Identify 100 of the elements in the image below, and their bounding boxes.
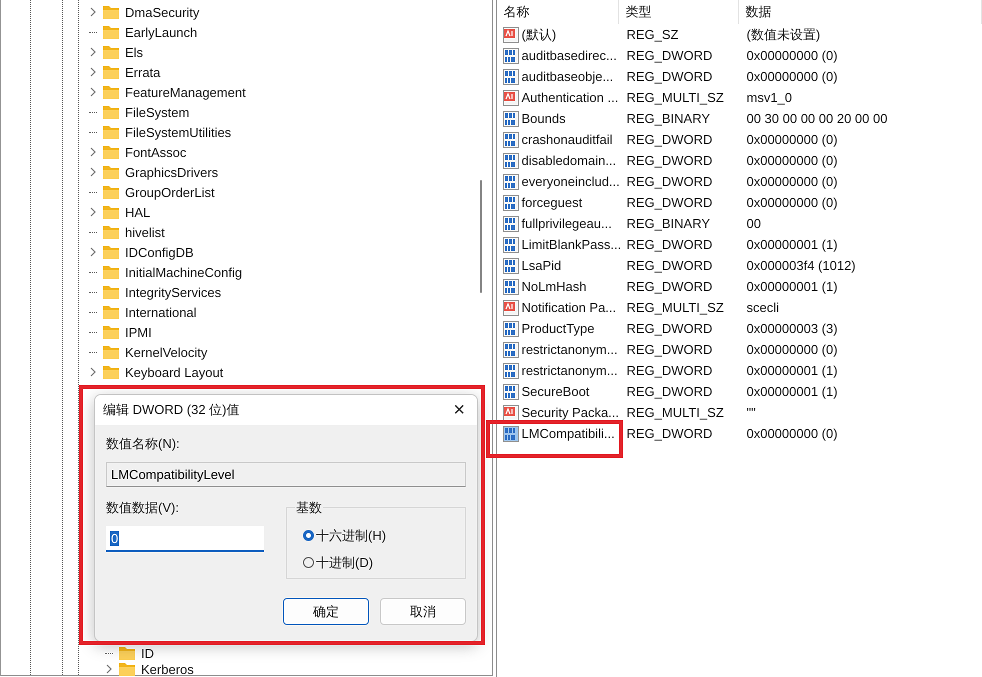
radio-button[interactable] — [303, 557, 314, 568]
tree-item[interactable]: GraphicsDrivers — [125, 164, 218, 180]
value-data: msv1_0 — [746, 90, 794, 105]
value-name[interactable]: Notification Pa... — [521, 300, 616, 315]
value-name[interactable]: LMCompatibili... — [521, 426, 615, 441]
value-type: REG_DWORD — [625, 321, 714, 336]
radio-button[interactable] — [303, 530, 314, 541]
value-data-field[interactable]: 0 — [106, 526, 264, 552]
close-button[interactable]: × — [449, 398, 469, 422]
value-name[interactable]: (默认) — [521, 26, 556, 44]
chevron-right-icon[interactable] — [89, 247, 97, 257]
value-data: 0x00000001 (1) — [746, 363, 839, 378]
tree-item[interactable]: hivelist — [125, 224, 165, 240]
value-name[interactable]: disabledomain... — [521, 153, 616, 168]
folder-icon — [103, 165, 119, 179]
tree-item[interactable]: DmaSecurity — [125, 4, 200, 20]
tree-item[interactable]: InitialMachineConfig — [125, 264, 242, 280]
value-type: REG_DWORD — [625, 426, 714, 441]
tree-item[interactable]: IPMI — [125, 324, 152, 340]
folder-icon — [103, 145, 119, 159]
folder-icon — [103, 225, 119, 239]
folder-icon — [103, 325, 119, 339]
value-type: REG_DWORD — [625, 384, 714, 399]
value-type: REG_MULTI_SZ — [625, 300, 725, 315]
value-data: 0x00000003 (3) — [746, 321, 839, 336]
dialog-title: 编辑 DWORD (32 位)值 — [103, 401, 240, 419]
value-data: 0x00000000 (0) — [746, 69, 839, 84]
chevron-right-icon[interactable] — [89, 87, 97, 97]
chevron-right-icon[interactable] — [89, 207, 97, 217]
value-type: REG_DWORD — [625, 342, 714, 357]
value-name[interactable]: LimitBlankPass... — [521, 237, 622, 252]
tree-item[interactable]: HAL — [125, 204, 150, 220]
value-name[interactable]: NoLmHash — [521, 279, 587, 294]
value-name[interactable]: forceguest — [521, 195, 582, 210]
scrollbar-thumb[interactable] — [480, 180, 482, 293]
chevron-right-icon[interactable] — [89, 67, 97, 77]
field-label: 数值名称(N): — [106, 435, 181, 453]
tree-item[interactable]: KernelVelocity — [125, 344, 208, 360]
folder-icon — [103, 245, 119, 259]
folder-icon — [103, 265, 119, 279]
tree-item[interactable]: GroupOrderList — [125, 184, 215, 200]
chevron-right-icon[interactable] — [105, 664, 113, 674]
value-name[interactable]: crashonauditfail — [521, 132, 613, 147]
value-name[interactable]: fullprivilegeau... — [521, 216, 612, 231]
tree-item[interactable]: ID — [141, 646, 154, 660]
value-data: 0x00000000 (0) — [746, 195, 839, 210]
value-data: 00 — [746, 216, 762, 231]
column-header[interactable]: 数据 — [739, 0, 982, 24]
tree-item[interactable]: FileSystemUtilities — [125, 124, 232, 140]
value-data: "" — [746, 405, 757, 420]
value-type: REG_DWORD — [625, 195, 714, 210]
value-data: 00 30 00 00 00 20 00 00 — [746, 111, 888, 126]
cancel-button[interactable]: 取消 — [380, 598, 466, 625]
chevron-right-icon[interactable] — [89, 367, 97, 377]
column-header[interactable]: 名称 — [497, 0, 620, 24]
tree-item[interactable]: IDConfigDB — [125, 244, 194, 260]
ok-button[interactable]: 确定 — [283, 598, 369, 625]
radio-label[interactable]: 十进制(D) — [316, 554, 374, 572]
column-header[interactable]: 类型 — [619, 0, 740, 24]
tree-item[interactable]: FileSystem — [125, 104, 190, 120]
value-type: REG_DWORD — [625, 174, 714, 189]
value-name[interactable]: Authentication ... — [521, 90, 618, 105]
tree-item[interactable]: Kerberos — [141, 662, 194, 676]
value-type: REG_DWORD — [625, 363, 714, 378]
chevron-right-icon[interactable] — [89, 147, 97, 157]
tree-item[interactable]: FeatureManagement — [125, 84, 246, 100]
folder-icon — [103, 25, 119, 39]
tree-item[interactable]: EarlyLaunch — [125, 24, 198, 40]
value-name-field[interactable]: LMCompatibilityLevel — [106, 462, 466, 487]
value-name[interactable]: auditbasedirec... — [521, 48, 617, 63]
tree-item[interactable]: Errata — [125, 64, 160, 80]
chevron-right-icon[interactable] — [89, 7, 97, 17]
value-type: REG_DWORD — [625, 48, 714, 63]
radio-label[interactable]: 十六进制(H) — [316, 526, 386, 544]
value-data: 0x00000000 (0) — [746, 342, 839, 357]
value-name[interactable]: restrictanonym... — [521, 363, 618, 378]
chevron-right-icon[interactable] — [89, 167, 97, 177]
folder-icon — [103, 205, 119, 219]
value-name[interactable]: auditbaseobje... — [521, 69, 614, 84]
tree-item[interactable]: FontAssoc — [125, 144, 186, 160]
value-name[interactable]: SecureBoot — [521, 384, 590, 399]
value-type: REG_DWORD — [625, 237, 714, 252]
value-data: 0x00000000 (0) — [746, 426, 839, 441]
tree-item[interactable]: IntegrityServices — [125, 284, 222, 300]
tree-item[interactable]: International — [125, 304, 197, 320]
value-name[interactable]: Bounds — [521, 111, 566, 126]
value-name[interactable]: LsaPid — [521, 258, 562, 273]
value-data: (数值未设置) — [746, 26, 822, 44]
value-data: scecli — [746, 300, 780, 315]
tree-item[interactable]: Els — [125, 44, 144, 60]
value-name[interactable]: ProductType — [521, 321, 594, 336]
folder-icon — [103, 305, 119, 319]
folder-icon — [103, 345, 119, 359]
tree-item[interactable]: Keyboard Layout — [125, 364, 224, 380]
value-name[interactable]: restrictanonym... — [521, 342, 618, 357]
chevron-right-icon[interactable] — [89, 47, 97, 57]
value-name[interactable]: everyoneinclud... — [521, 174, 620, 189]
group-label: 基数 — [295, 499, 323, 517]
folder-icon — [103, 185, 119, 199]
value-name[interactable]: Security Packa... — [521, 405, 620, 420]
